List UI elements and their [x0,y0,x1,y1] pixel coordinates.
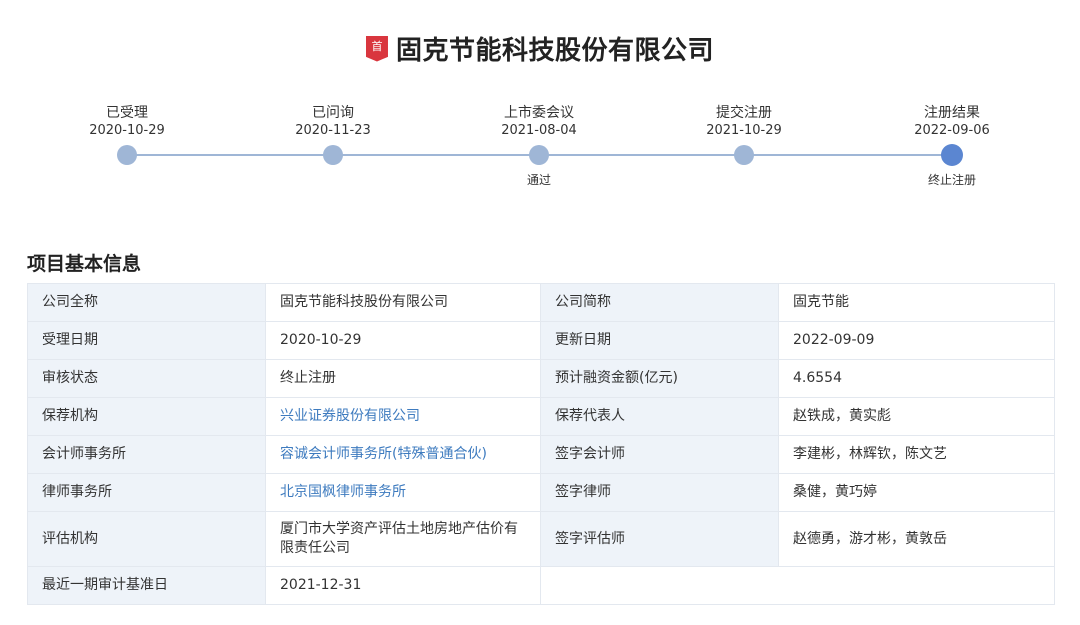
law-firm-link[interactable]: 北京国枫律师事务所 [265,473,541,512]
row-value: 桑健，黄巧婷 [778,473,1055,512]
row-label: 会计师事务所 [27,435,266,474]
row-label: 预计融资金额(亿元) [540,359,779,398]
accounting-firm-link[interactable]: 容诚会计师事务所(特殊普通合伙) [265,435,541,474]
table-row: 律师事务所 北京国枫律师事务所 签字律师 桑健，黄巧婷 [27,473,1055,512]
table-row: 保荐机构 兴业证券股份有限公司 保荐代表人 赵铁成，黄实彪 [27,397,1055,436]
table-row: 评估机构 厦门市大学资产评估土地房地产估价有限责任公司 签字评估师 赵德勇，游才… [27,511,1055,567]
row-label: 保荐机构 [27,397,266,436]
row-label: 审核状态 [27,359,266,398]
sponsor-link[interactable]: 兴业证券股份有限公司 [265,397,541,436]
row-value: 终止注册 [265,359,541,398]
timeline-step-label: 已受理 [106,105,148,121]
timeline-dot-icon [529,145,549,165]
table-row: 会计师事务所 容诚会计师事务所(特殊普通合伙) 签字会计师 李建彬，林辉钦，陈文… [27,435,1055,474]
timeline-step-date: 2021-08-04 [501,123,577,138]
timeline-step-result: 终止注册 [927,173,976,187]
row-value: 2020-10-29 [265,321,541,360]
timeline-step-inquired: 已问询 2020-11-23 [263,104,403,140]
timeline-current-dot-icon [941,144,963,166]
timeline-step-label: 提交注册 [716,105,772,121]
timeline-step-registration-result: 注册结果 2022-09-06 [882,104,1022,140]
row-label: 签字律师 [540,473,779,512]
row-label: 公司全称 [27,283,266,322]
timeline-step-date: 2021-10-29 [706,123,782,138]
row-label: 签字评估师 [540,511,779,567]
row-value: 赵德勇，游才彬，黄敦岳 [778,511,1055,567]
timeline-step-date: 2022-09-06 [914,123,990,138]
timeline-dot-icon [117,145,137,165]
timeline-step-committee-meeting: 上市委会议 2021-08-04 [469,104,609,140]
timeline-dot-icon [734,145,754,165]
row-label: 公司简称 [540,283,779,322]
row-label: 评估机构 [27,511,266,567]
empty-cell [540,566,1055,605]
row-label: 保荐代表人 [540,397,779,436]
row-value: 固克节能 [778,283,1055,322]
row-value: 李建彬，林辉钦，陈文艺 [778,435,1055,474]
section-title: 项目基本信息 [27,253,142,275]
table-row: 审核状态 终止注册 预计融资金额(亿元) 4.6554 [27,359,1055,398]
timeline-step-date: 2020-11-23 [295,123,371,138]
review-progress-timeline: 已受理 2020-10-29 已问询 2020-11-23 上市委会议 2021… [0,0,1080,200]
row-value: 2021-12-31 [265,566,541,605]
timeline-step-date: 2020-10-29 [89,123,165,138]
timeline-step-result: 通过 [526,173,551,187]
row-label: 更新日期 [540,321,779,360]
row-value: 2022-09-09 [778,321,1055,360]
row-value: 固克节能科技股份有限公司 [265,283,541,322]
timeline-step-label: 上市委会议 [504,105,574,121]
row-label: 最近一期审计基准日 [27,566,266,605]
row-label: 签字会计师 [540,435,779,474]
row-value: 厦门市大学资产评估土地房地产估价有限责任公司 [265,511,541,567]
row-value: 赵铁成，黄实彪 [778,397,1055,436]
timeline-step-label: 注册结果 [924,105,980,121]
timeline-step-submit-registration: 提交注册 2021-10-29 [674,104,814,140]
timeline-dot-icon [323,145,343,165]
row-value: 4.6554 [778,359,1055,398]
table-row: 最近一期审计基准日 2021-12-31 [27,566,1055,605]
timeline-step-accepted: 已受理 2020-10-29 [57,104,197,140]
row-label: 受理日期 [27,321,266,360]
project-info-table: 公司全称 固克节能科技股份有限公司 公司简称 固克节能 受理日期 2020-10… [27,283,1055,605]
timeline-step-label: 已问询 [312,105,354,121]
row-label: 律师事务所 [27,473,266,512]
table-row: 公司全称 固克节能科技股份有限公司 公司简称 固克节能 [27,283,1055,322]
table-row: 受理日期 2020-10-29 更新日期 2022-09-09 [27,321,1055,360]
